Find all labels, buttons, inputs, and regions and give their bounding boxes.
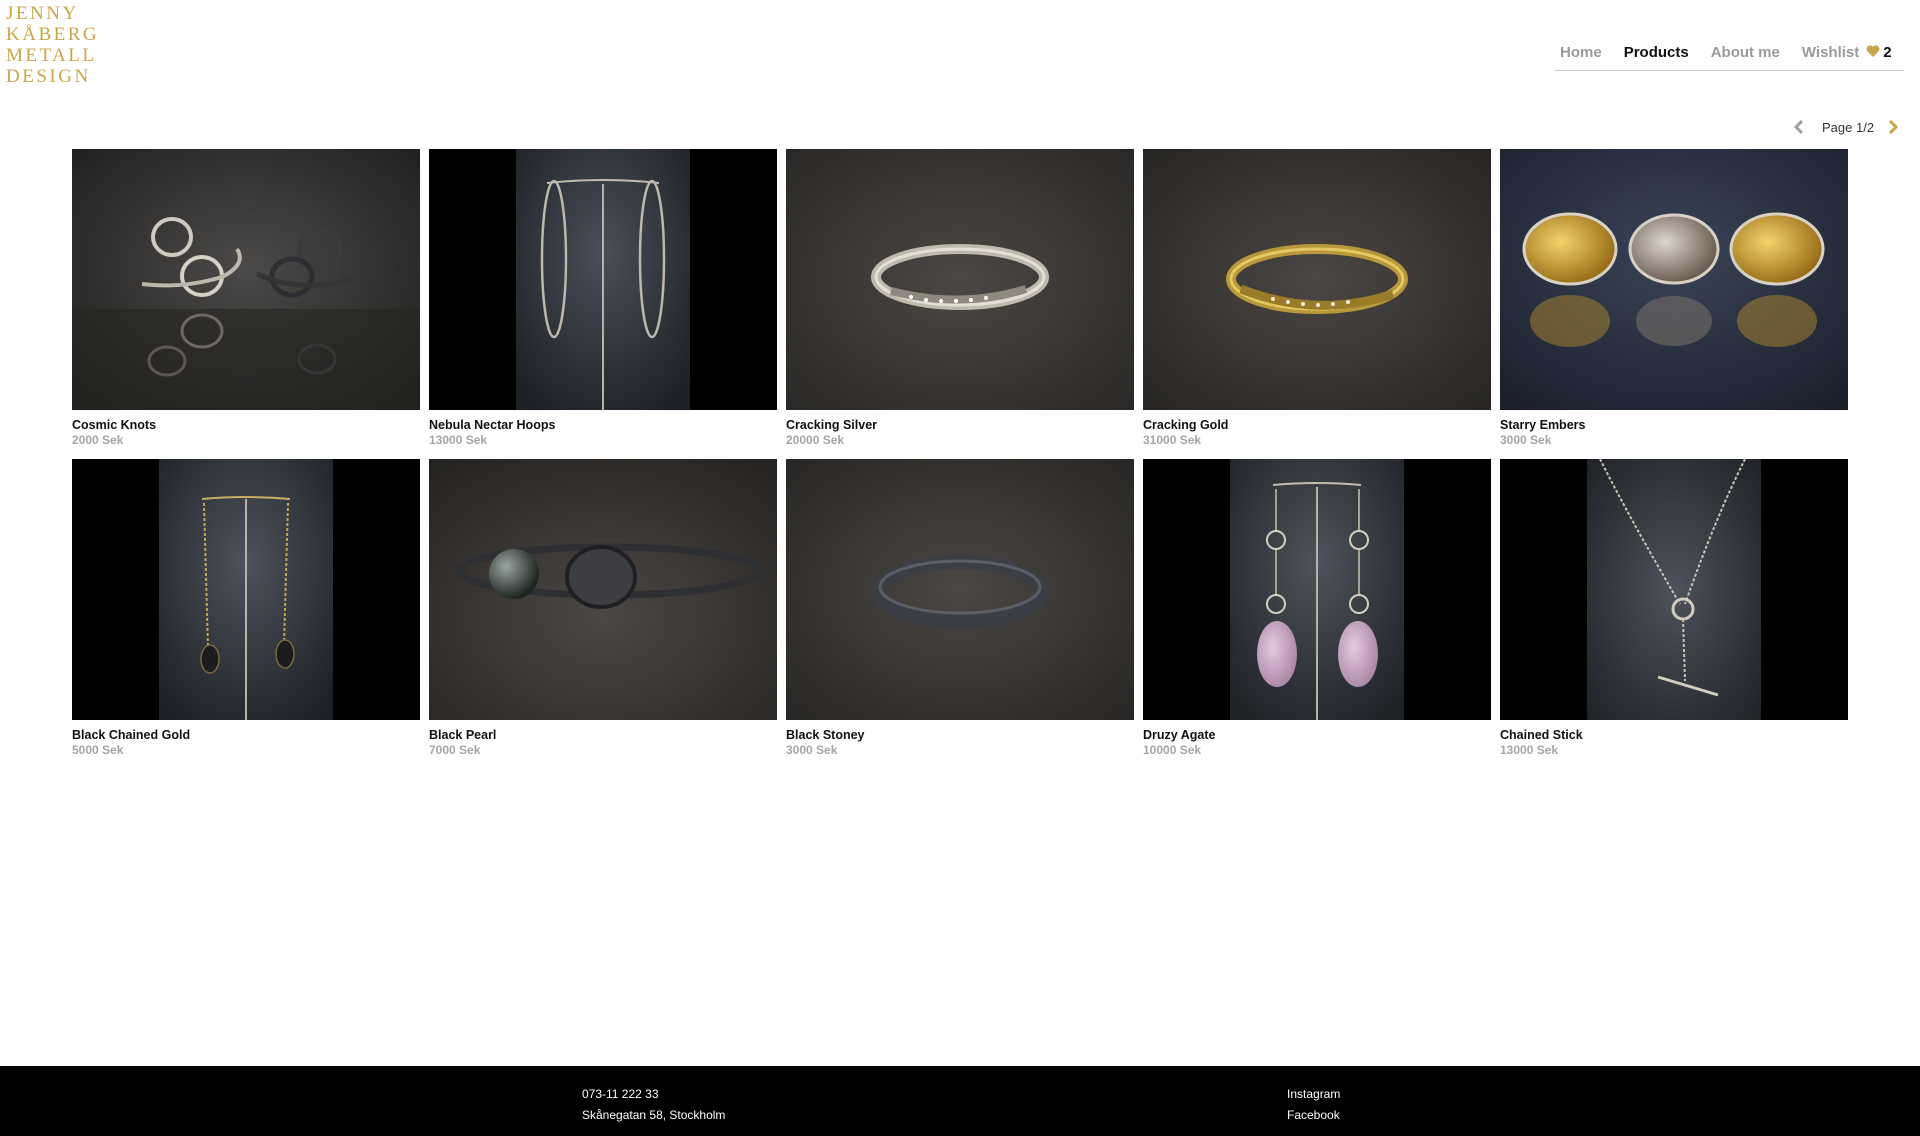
- product-card[interactable]: Cracking Gold 31000 Sek: [1143, 149, 1491, 459]
- main-nav: Home Products About me Wishlist 2: [1554, 44, 1904, 71]
- logo-line: METALL: [6, 45, 97, 66]
- product-name[interactable]: Cracking Silver: [786, 418, 1134, 432]
- product-image[interactable]: [429, 149, 777, 410]
- product-name[interactable]: Black Pearl: [429, 728, 777, 742]
- heart-icon: [1866, 45, 1880, 60]
- product-name[interactable]: Cosmic Knots: [72, 418, 420, 432]
- product-name[interactable]: Cracking Gold: [1143, 418, 1491, 432]
- product-price: 31000 Sek: [1143, 433, 1202, 447]
- product-card[interactable]: Starry Embers 3000 Sek: [1500, 149, 1848, 459]
- nav-home-link[interactable]: Home: [1560, 44, 1602, 61]
- product-price: 3000 Sek: [786, 743, 838, 757]
- wishlist-count: 2: [1883, 44, 1892, 61]
- product-card[interactable]: Black Chained Gold 5000 Sek: [72, 459, 420, 769]
- product-card[interactable]: Druzy Agate 10000 Sek: [1143, 459, 1491, 769]
- product-grid: Cosmic Knots 2000 Sek Nebula Nectar Hoop…: [72, 149, 1848, 769]
- product-price: 2000 Sek: [72, 433, 124, 447]
- product-image[interactable]: [72, 149, 420, 410]
- logo-line: KÅBERG: [6, 24, 100, 45]
- facebook-link[interactable]: Facebook: [1287, 1105, 1340, 1126]
- product-card[interactable]: Black Stoney 3000 Sek: [786, 459, 1134, 769]
- logo-line: JENNY: [6, 3, 79, 24]
- product-price: 13000 Sek: [1500, 743, 1559, 757]
- nav-products-link[interactable]: Products: [1624, 44, 1689, 61]
- product-image[interactable]: [1500, 149, 1848, 410]
- chevron-left-icon[interactable]: [1793, 117, 1805, 137]
- product-image[interactable]: [1143, 149, 1491, 410]
- product-card[interactable]: Chained Stick 13000 Sek: [1500, 459, 1848, 769]
- logo-line: DESIGN: [6, 66, 91, 87]
- footer-social: Instagram Facebook: [1287, 1084, 1340, 1126]
- product-name[interactable]: Chained Stick: [1500, 728, 1848, 742]
- footer-contact: 073-11 222 33 Skånegatan 58, Stockholm: [582, 1084, 725, 1126]
- product-name[interactable]: Black Stoney: [786, 728, 1134, 742]
- product-image[interactable]: [429, 459, 777, 720]
- page-indicator: Page 1/2: [1822, 119, 1875, 135]
- product-price: 20000 Sek: [786, 433, 845, 447]
- footer-address: Skånegatan 58, Stockholm: [582, 1108, 726, 1122]
- site-footer: 073-11 222 33 Skånegatan 58, Stockholm I…: [0, 1066, 1920, 1136]
- product-price: 10000 Sek: [1143, 743, 1202, 757]
- product-card[interactable]: Nebula Nectar Hoops 13000 Sek: [429, 149, 777, 459]
- product-price: 13000 Sek: [429, 433, 488, 447]
- product-image[interactable]: [786, 149, 1134, 410]
- product-name[interactable]: Nebula Nectar Hoops: [429, 418, 777, 432]
- brand-logo[interactable]: JENNY KÅBERG METALL DESIGN: [6, 3, 99, 87]
- product-name[interactable]: Starry Embers: [1500, 418, 1848, 432]
- product-name[interactable]: Black Chained Gold: [72, 728, 420, 742]
- product-card[interactable]: Black Pearl 7000 Sek: [429, 459, 777, 769]
- nav-about-link[interactable]: About me: [1711, 44, 1780, 61]
- product-image[interactable]: [786, 459, 1134, 720]
- product-image[interactable]: [72, 459, 420, 720]
- product-name[interactable]: Druzy Agate: [1143, 728, 1491, 742]
- product-card[interactable]: Cracking Silver 20000 Sek: [786, 149, 1134, 459]
- product-image[interactable]: [1500, 459, 1848, 720]
- product-price: 3000 Sek: [1500, 433, 1552, 447]
- product-price: 7000 Sek: [429, 743, 481, 757]
- wishlist-label: Wishlist: [1801, 44, 1860, 61]
- pagination: Page 1/2: [1793, 117, 1899, 137]
- footer-phone: 073-11 222 33: [582, 1087, 659, 1101]
- chevron-right-icon[interactable]: [1887, 117, 1899, 137]
- product-image[interactable]: [1143, 459, 1491, 720]
- product-card[interactable]: Cosmic Knots 2000 Sek: [72, 149, 420, 459]
- instagram-link[interactable]: Instagram: [1287, 1084, 1340, 1105]
- nav-wishlist-link[interactable]: Wishlist 2: [1802, 44, 1892, 61]
- product-price: 5000 Sek: [72, 743, 124, 757]
